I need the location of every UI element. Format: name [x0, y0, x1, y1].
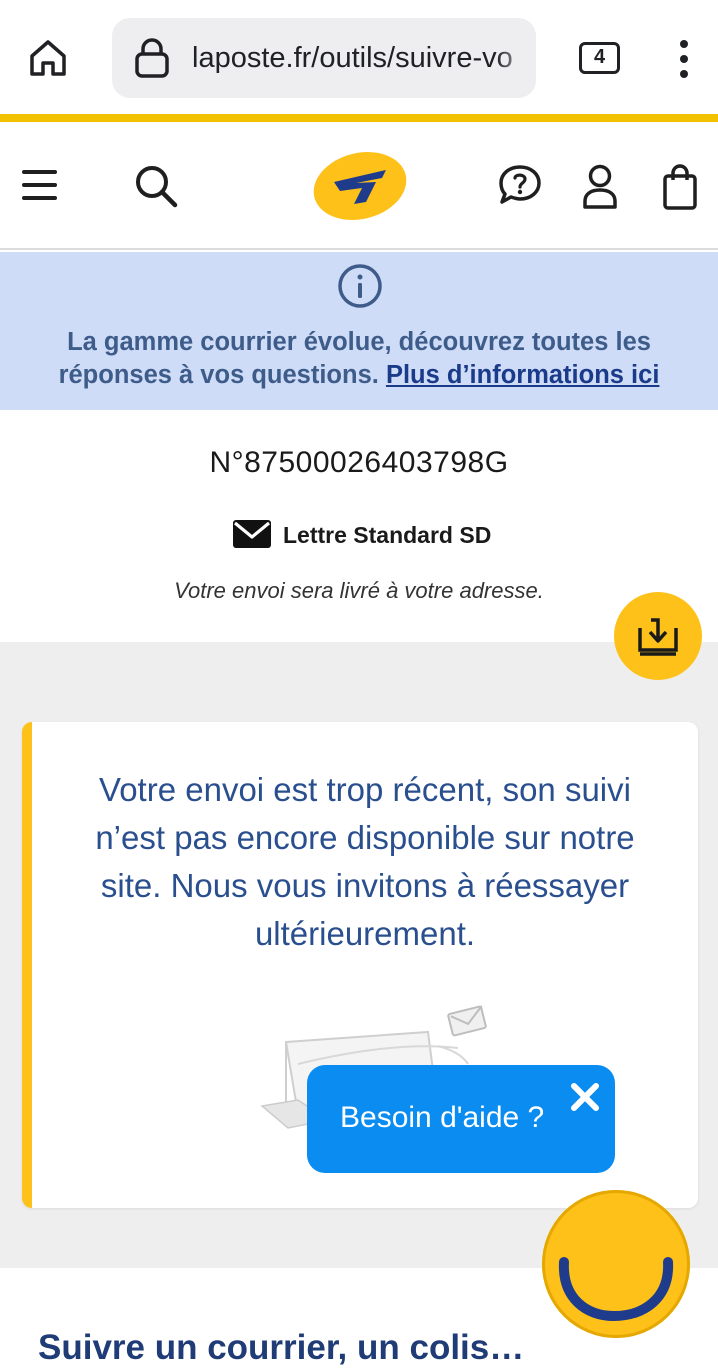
more-info-link[interactable]: Plus d’informations ici [386, 361, 659, 389]
address-bar[interactable]: laposte.fr/outils/suivre-vo [112, 18, 536, 98]
help-popup[interactable]: Besoin d'aide ? [307, 1065, 615, 1173]
smile-icon [558, 1257, 674, 1322]
more-vert-icon[interactable] [670, 38, 700, 80]
card-accent-bar [22, 722, 32, 1208]
delivery-note: Votre envoi sera livré à votre adresse. [174, 578, 544, 603]
tabs-button[interactable]: 4 [579, 42, 620, 74]
search-icon[interactable] [134, 164, 178, 208]
lock-icon[interactable] [134, 38, 170, 78]
browser-toolbar: laposte.fr/outils/suivre-vo 4 [0, 0, 718, 114]
chatbot-button[interactable] [542, 1190, 690, 1338]
tracking-number: N°87500026403798G [209, 446, 509, 479]
url-text[interactable]: laposte.fr/outils/suivre-vo [192, 42, 513, 75]
banner-text-block: La gamme courrier évolue, découvrez tout… [30, 326, 688, 392]
bag-icon[interactable] [662, 164, 698, 210]
download-proof-button[interactable] [614, 592, 702, 680]
track-section-title: Suivre un courrier, un colis… [38, 1328, 525, 1367]
url-fade [496, 18, 536, 98]
home-icon[interactable] [24, 34, 72, 82]
menu-icon[interactable] [22, 168, 58, 202]
site-header [0, 122, 718, 250]
download-icon [638, 618, 678, 656]
envelope-icon [233, 520, 271, 548]
help-chat-icon[interactable] [498, 164, 542, 206]
brand-stripe [0, 114, 718, 122]
shipment-type: Lettre Standard SD [0, 516, 718, 550]
help-popup-text[interactable]: Besoin d'aide ? [340, 1101, 544, 1135]
close-icon[interactable] [569, 1081, 601, 1113]
shipment-type-label: Lettre Standard SD [283, 522, 492, 548]
info-icon [338, 264, 382, 308]
info-banner: La gamme courrier évolue, découvrez tout… [0, 252, 718, 410]
account-icon[interactable] [582, 164, 618, 210]
tracking-summary: N°87500026403798G Lettre Standard SD Vot… [0, 410, 718, 642]
status-message: Votre envoi est trop récent, son suivi n… [95, 771, 635, 952]
la-poste-logo[interactable] [310, 148, 410, 224]
